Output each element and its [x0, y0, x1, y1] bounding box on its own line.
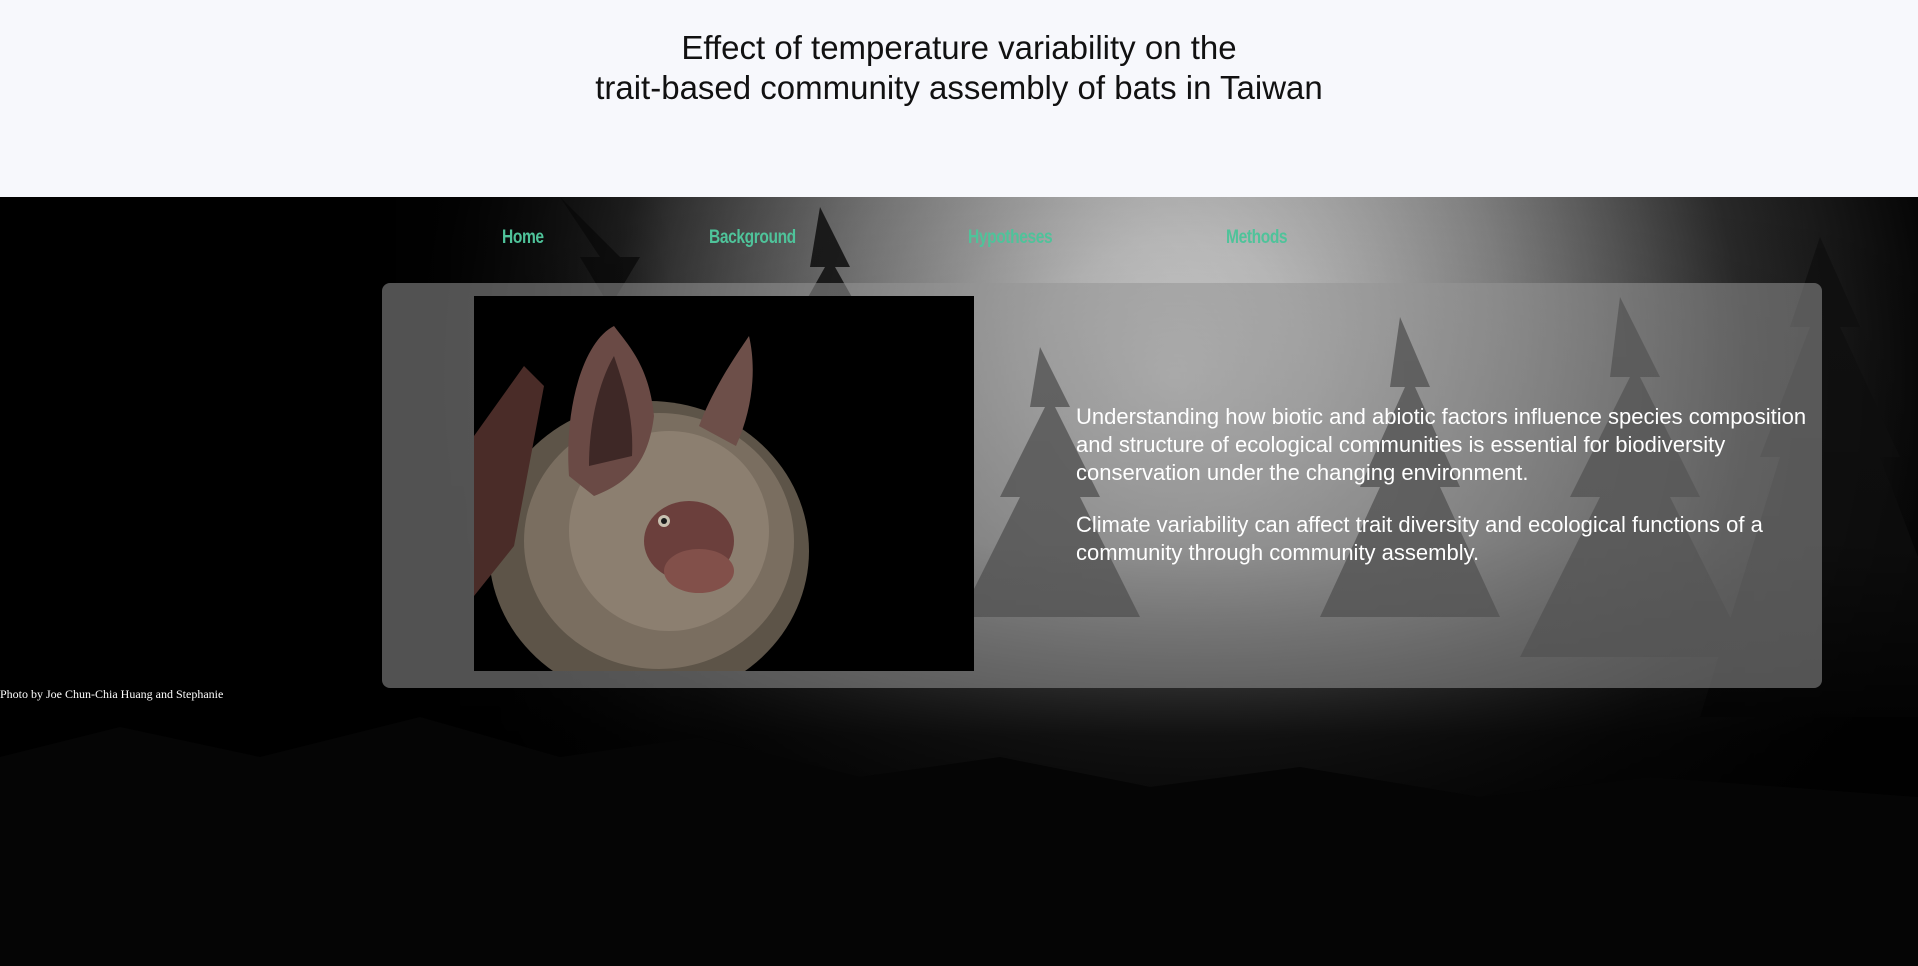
page-header: Effect of temperature variability on the… [0, 0, 1918, 197]
intro-paragraph-1: Understanding how biotic and abiotic fac… [1076, 404, 1807, 485]
intro-paragraph-2: Climate variability can affect trait div… [1076, 512, 1763, 565]
nav-link-background[interactable]: Background [709, 227, 796, 249]
intro-panel: Understanding how biotic and abiotic fac… [382, 283, 1822, 688]
page-title: Effect of temperature variability on the… [0, 28, 1918, 108]
page-title-line2: trait-based community assembly of bats i… [595, 69, 1323, 106]
intro-text: Understanding how biotic and abiotic fac… [1076, 403, 1816, 591]
photo-credit: Photo by Joe Chun-Chia Huang and Stephan… [0, 687, 224, 701]
page-title-line1: Effect of temperature variability on the [681, 29, 1237, 66]
main-nav: Home Background Hypotheses Methods [0, 227, 1918, 257]
nav-link-hypotheses[interactable]: Hypotheses [968, 227, 1053, 249]
bat-illustration [474, 296, 974, 671]
hero-section: Home Background Hypotheses Methods Under… [0, 197, 1918, 966]
bat-photo [474, 296, 974, 671]
nav-link-methods[interactable]: Methods [1226, 227, 1288, 249]
nav-link-home[interactable]: Home [502, 227, 544, 249]
